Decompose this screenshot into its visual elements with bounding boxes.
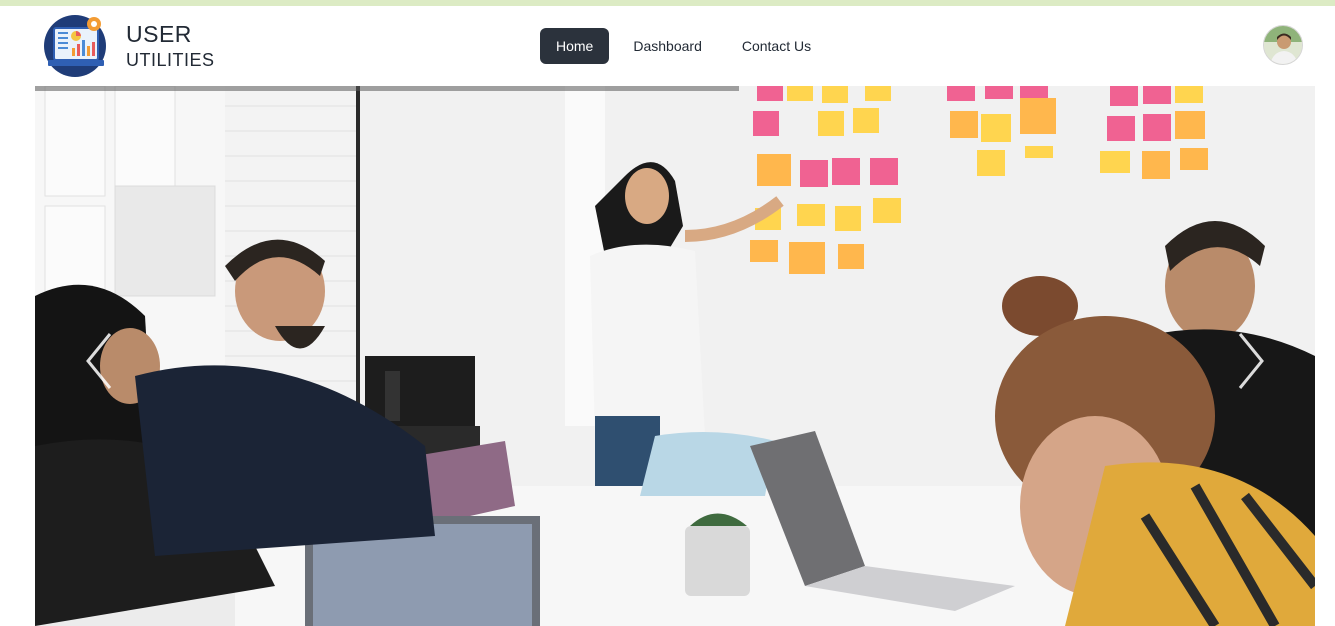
dashboard-chart-logo-icon (42, 14, 108, 78)
brand-text: USER UTILITIES (126, 20, 215, 72)
nav-contact-us[interactable]: Contact Us (726, 28, 827, 64)
hero-carousel (35, 86, 1315, 626)
chevron-right-icon (1238, 333, 1264, 389)
team-meeting-photo (35, 86, 1315, 626)
navbar: USER UTILITIES Home Dashboard Contact Us (0, 6, 1335, 86)
carousel-next-button[interactable] (1220, 326, 1280, 396)
nav-dashboard[interactable]: Dashboard (617, 28, 718, 64)
main-nav: Home Dashboard Contact Us (540, 28, 827, 64)
nav-home[interactable]: Home (540, 28, 610, 64)
brand-subtitle: UTILITIES (126, 50, 215, 70)
chevron-left-icon (86, 333, 112, 389)
user-avatar-icon[interactable] (1263, 25, 1303, 65)
carousel-prev-button[interactable] (70, 326, 130, 396)
carousel-progress-fill (35, 86, 739, 91)
brand[interactable]: USER UTILITIES (42, 14, 215, 78)
brand-title: USER (126, 21, 192, 47)
carousel-progress (35, 86, 1315, 91)
